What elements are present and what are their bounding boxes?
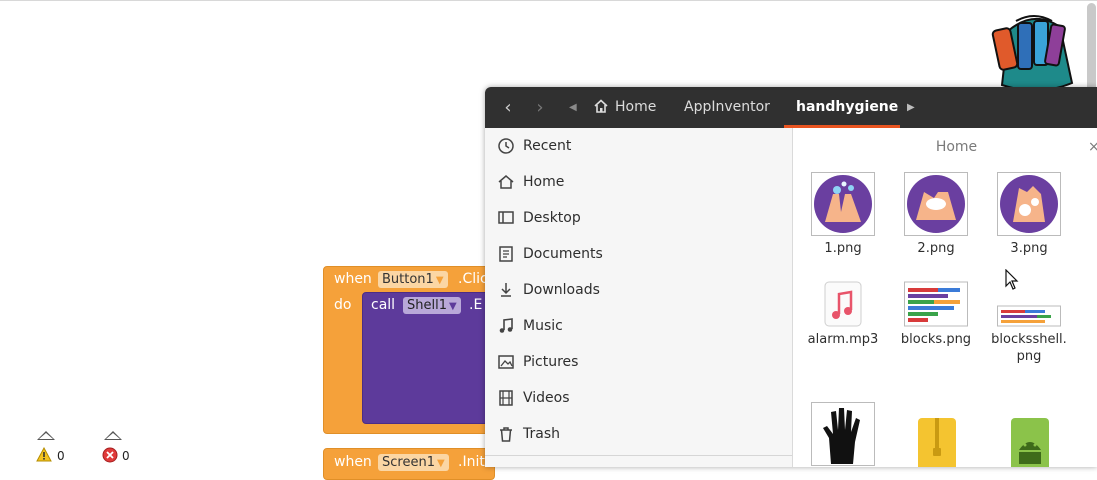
sidebar-item-music[interactable]: Music [485,308,792,344]
chevron-left-icon: ‹ [504,97,512,118]
when-keyword: when [334,271,372,287]
breadcrumb-scroll-left-icon[interactable]: ◀ [569,87,577,128]
file-name: 2.png [917,241,955,256]
film-icon [499,390,513,406]
shell-component-dropdown[interactable]: Shell1 ▼ [403,297,461,314]
clock-icon [498,138,514,154]
home-icon [594,99,608,113]
method-name: .E [469,297,483,313]
hand-image-thumbnail [811,402,875,466]
call-keyword: call [371,297,396,313]
sidebar-item-documents[interactable]: Documents [485,236,792,272]
forward-button[interactable]: › [525,87,555,128]
sidebar-item-recent[interactable]: Recent [485,128,792,164]
home-icon [498,175,514,189]
sidebar-item-pictures[interactable]: Pictures [485,344,792,380]
mouse-pointer-icon [1005,269,1019,290]
chevron-right-icon: › [536,97,544,118]
file-grid: Home × 1.png 2.png 3.png alarm.mp3 block… [793,128,1097,467]
event-name: .Init [458,454,485,470]
backpack-icon[interactable] [988,13,1082,93]
picture-icon [498,355,514,369]
sidebar-item-desktop[interactable]: Desktop [485,200,792,236]
toggle-warnings-icon[interactable] [37,431,55,440]
warning-icon [36,447,52,462]
close-icon[interactable]: × [1088,136,1097,158]
workspace-scrollbar[interactable] [1087,3,1096,93]
warning-count: 0 [57,449,65,463]
trash-icon [500,427,512,442]
breadcrumb-handhygiene[interactable]: handhygiene [796,87,898,128]
archive-file-icon [918,418,956,467]
hand-wash-thumbnail [904,172,968,236]
download-icon [501,283,511,297]
hand-wash-thumbnail [997,172,1061,236]
file-name: 3.png [1010,241,1048,256]
file-name: alarm.mp3 [807,332,879,347]
call-shell-method-block[interactable]: call Shell1 ▼ .E [362,292,495,424]
file-name: blocks.png [900,332,972,347]
component-dropdown[interactable]: Screen1 ▼ [378,454,449,471]
when-keyword: when [334,454,372,470]
file-name: 1.png [824,241,862,256]
dropdown-arrow-icon: ▼ [436,458,445,469]
sidebar-item-trash[interactable]: Trash [485,416,792,452]
error-count: 0 [122,449,130,463]
error-icon [102,447,118,463]
do-keyword: do [334,297,352,313]
breadcrumb-appinventor[interactable]: AppInventor [684,87,770,128]
breadcrumb-scroll-right-icon[interactable]: ▶ [907,87,915,128]
breadcrumb-home[interactable]: Home [593,87,656,128]
component-dropdown[interactable]: Button1 ▼ [378,271,448,288]
file-name: blocksshell. png [991,332,1067,364]
sidebar-item-downloads[interactable]: Downloads [485,272,792,308]
hand-wash-thumbnail [811,172,875,236]
dropdown-arrow-icon: ▼ [448,301,457,312]
dropdown-arrow-icon: ▼ [435,275,444,286]
places-sidebar: Recent Home Desktop Documents Downloads … [485,128,793,467]
document-icon [499,246,513,262]
dialog-headerbar: ‹ › ◀ Home AppInventor handhygiene ▶ [485,87,1097,128]
sidebar-separator [485,455,792,456]
music-note-icon [499,318,513,333]
location-title: Home [935,139,978,155]
event-name: .Clic [458,271,488,287]
location-header: Home × [793,136,1097,158]
sidebar-item-home[interactable]: Home [485,164,792,200]
android-package-icon [1011,418,1049,467]
back-button[interactable]: ‹ [493,87,523,128]
toggle-errors-icon[interactable] [104,431,122,440]
desktop-icon [498,211,514,224]
sidebar-item-videos[interactable]: Videos [485,380,792,416]
screen1-initialize-event-block[interactable]: when Screen1 ▼ .Init [323,448,495,480]
